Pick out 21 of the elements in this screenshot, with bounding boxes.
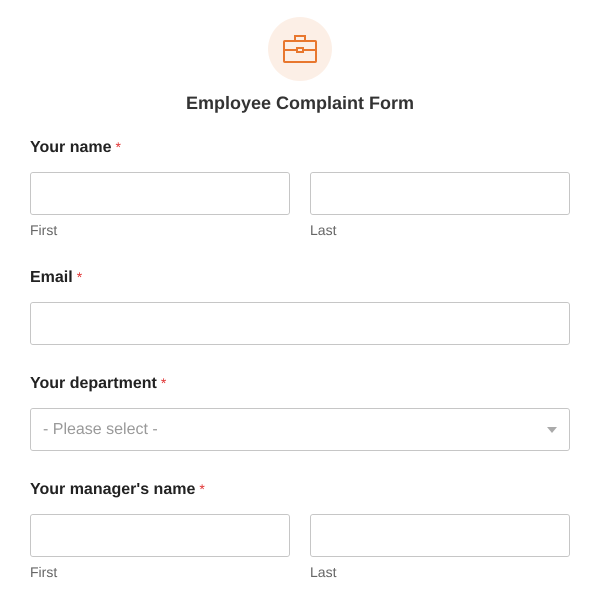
input-field[interactable] <box>30 302 570 345</box>
required-asterisk: * <box>160 374 166 392</box>
input-field[interactable] <box>30 172 290 215</box>
required-asterisk: * <box>76 268 82 286</box>
sublabel: Last <box>310 563 338 581</box>
input-field[interactable] <box>310 514 570 557</box>
dropdown-caret-icon <box>547 426 557 432</box>
required-asterisk: * <box>199 480 205 498</box>
sublabel: First <box>30 221 58 239</box>
required-asterisk: * <box>116 138 121 156</box>
department-dropdown[interactable]: - Please select - <box>30 408 570 451</box>
input-field[interactable] <box>310 172 570 215</box>
field-label: Your manager's name <box>30 480 196 500</box>
briefcase-icon <box>283 35 317 63</box>
form-title: Employee Complaint Form <box>184 92 416 115</box>
field-label: Email <box>30 268 73 288</box>
field-label: Your name <box>30 138 112 158</box>
field-label: Your department <box>30 374 157 394</box>
sublabel: First <box>30 563 58 581</box>
input-field[interactable] <box>30 514 290 557</box>
sublabel: Last <box>310 221 338 239</box>
